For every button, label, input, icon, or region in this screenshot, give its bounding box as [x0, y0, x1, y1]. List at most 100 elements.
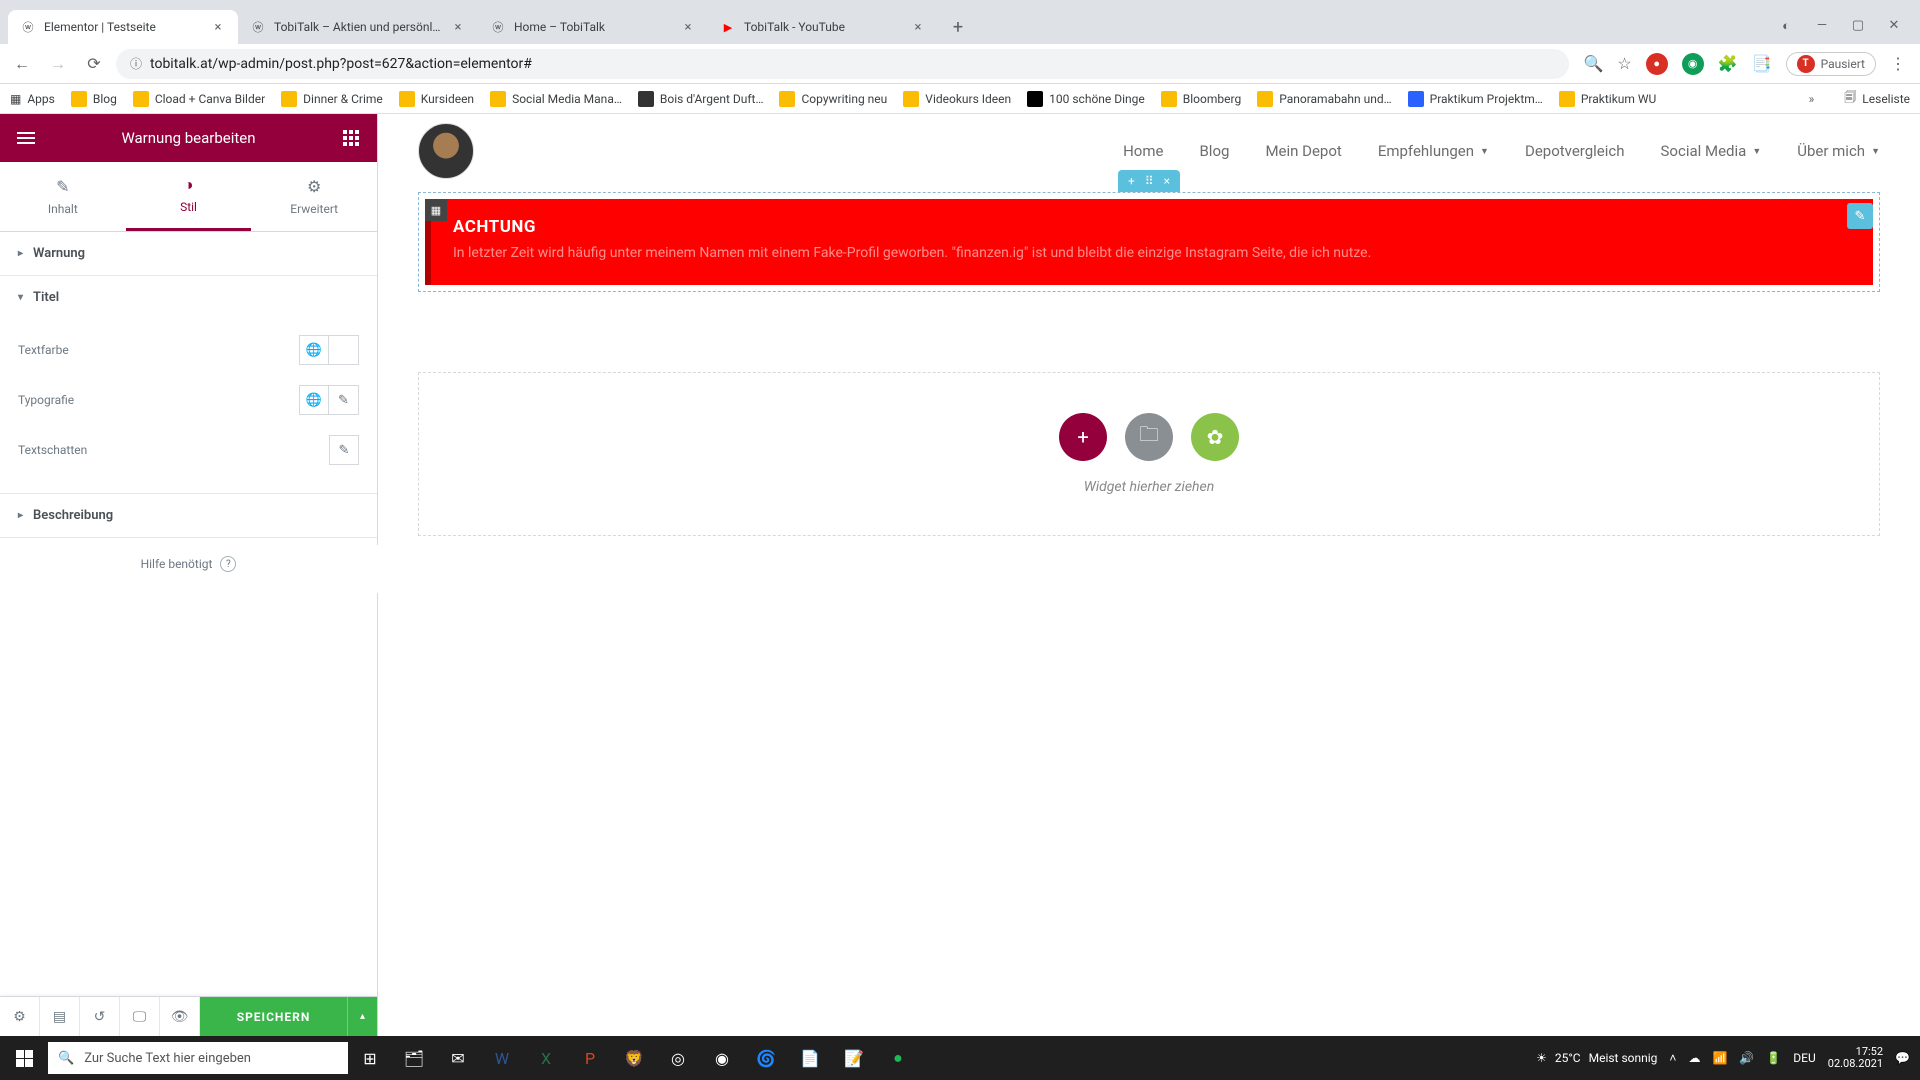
bookmark-item[interactable]: Blog	[71, 91, 117, 107]
bookmark-item[interactable]: Praktikum WU	[1559, 91, 1656, 107]
taskbar-app-obs[interactable]: ◎	[656, 1036, 700, 1080]
taskbar-app-chrome[interactable]: ◉	[700, 1036, 744, 1080]
bookmark-star-icon[interactable]: ☆	[1617, 54, 1631, 73]
wifi-icon[interactable]: 📶	[1712, 1051, 1727, 1065]
extension-abp-icon[interactable]: ●	[1646, 53, 1668, 75]
color-picker[interactable]	[329, 335, 359, 365]
bookmark-item[interactable]: Praktikum Projektm…	[1408, 91, 1543, 107]
close-icon[interactable]: ×	[450, 19, 466, 35]
nav-item-social[interactable]: Social Media▼	[1661, 142, 1762, 160]
account-icon[interactable]: ◐	[1778, 18, 1794, 34]
url-input[interactable]: ⓘ tobitalk.at/wp-admin/post.php?post=627…	[116, 49, 1569, 79]
global-color-button[interactable]: 🌐	[299, 335, 329, 365]
edit-typography-button[interactable]: ✎	[329, 385, 359, 415]
alert-widget[interactable]: ACHTUNG In letzter Zeit wird häufig unte…	[425, 199, 1873, 285]
taskbar-app-notepad[interactable]: 📝	[832, 1036, 876, 1080]
navigator-button[interactable]: ▤	[40, 997, 80, 1037]
maximize-icon[interactable]: ▢	[1850, 18, 1866, 34]
add-section-button[interactable]: +	[1128, 174, 1135, 188]
responsive-button[interactable]: 🖵	[120, 997, 160, 1037]
browser-tab[interactable]: ▶ TobiTalk - YouTube ×	[708, 10, 938, 44]
browser-tab[interactable]: ⓦ Home – TobiTalk ×	[478, 10, 708, 44]
section[interactable]: ▦ ✎ ACHTUNG In letzter Zeit wird häufig …	[418, 192, 1880, 292]
panel-menu-button[interactable]	[14, 126, 38, 150]
accordion-warning[interactable]: ▸Warnung	[0, 232, 377, 275]
taskbar-app-spotify[interactable]: ●	[876, 1036, 920, 1080]
nav-item-depot[interactable]: Mein Depot	[1265, 142, 1341, 160]
bookmark-item[interactable]: Bois d'Argent Duft…	[638, 91, 764, 107]
preview-button[interactable]: 👁	[160, 997, 200, 1037]
taskbar-app-mail[interactable]: ✉	[436, 1036, 480, 1080]
close-icon[interactable]: ×	[680, 19, 696, 35]
minimize-icon[interactable]: —	[1814, 18, 1830, 34]
back-button[interactable]: ←	[8, 50, 36, 78]
edit-section-button[interactable]: ⠿	[1145, 174, 1154, 188]
notifications-icon[interactable]: 💬	[1895, 1051, 1910, 1065]
zoom-icon[interactable]: 🔍	[1583, 54, 1603, 73]
bookmarks-overflow-button[interactable]: »	[1809, 92, 1815, 106]
taskbar-search[interactable]: 🔍 Zur Suche Text hier eingeben	[48, 1042, 348, 1074]
accordion-title[interactable]: ▾Titel	[0, 276, 377, 319]
clock[interactable]: 17:52 02.08.2021	[1828, 1046, 1883, 1070]
save-button[interactable]: SPEICHERN	[200, 997, 347, 1037]
tab-style[interactable]: ◑Stil	[126, 162, 252, 231]
profile-paused-button[interactable]: T Pausiert	[1786, 52, 1876, 76]
extensions-icon[interactable]: 🧩	[1718, 54, 1738, 73]
save-options-button[interactable]: ▴	[347, 997, 377, 1037]
history-button[interactable]: ↺	[80, 997, 120, 1037]
volume-icon[interactable]: 🔊	[1739, 1051, 1754, 1065]
close-icon[interactable]: ×	[210, 19, 226, 35]
taskbar-app-explorer[interactable]: 🗂	[392, 1036, 436, 1080]
accordion-description[interactable]: ▸Beschreibung	[0, 494, 377, 537]
new-tab-button[interactable]: +	[944, 13, 972, 41]
edit-shadow-button[interactable]: ✎	[329, 435, 359, 465]
add-section-button[interactable]: +	[1059, 413, 1107, 461]
onedrive-icon[interactable]: ☁	[1688, 1051, 1700, 1065]
browser-tab[interactable]: ⓦ TobiTalk – Aktien und persönlich… ×	[238, 10, 478, 44]
nav-item-about[interactable]: Über mich▼	[1797, 142, 1880, 160]
reload-button[interactable]: ⟳	[80, 50, 108, 78]
tab-content[interactable]: ✎Inhalt	[0, 162, 126, 231]
preview-canvas[interactable]: Home Blog Mein Depot Empfehlungen▼ Depot…	[378, 114, 1920, 1036]
start-button[interactable]	[0, 1036, 48, 1080]
site-info-icon[interactable]: ⓘ	[130, 55, 142, 72]
bookmark-item[interactable]: Kursideen	[399, 91, 474, 107]
reading-list-icon[interactable]: 📑	[1752, 54, 1772, 73]
bookmark-item[interactable]: Panoramabahn und…	[1257, 91, 1391, 107]
global-typography-button[interactable]: 🌐	[299, 385, 329, 415]
task-view-button[interactable]: ⊞	[348, 1036, 392, 1080]
menu-kebab-icon[interactable]: ⋮	[1890, 54, 1906, 73]
bookmark-item[interactable]: Cload + Canva Bilder	[133, 91, 265, 107]
delete-section-button[interactable]: ×	[1164, 174, 1170, 188]
taskbar-app-word[interactable]: W	[480, 1036, 524, 1080]
nav-item-depotvergleich[interactable]: Depotvergleich	[1525, 142, 1625, 160]
nav-item-empfehlungen[interactable]: Empfehlungen▼	[1378, 142, 1489, 160]
bookmark-item[interactable]: Videokurs Ideen	[903, 91, 1011, 107]
language-indicator[interactable]: DEU	[1793, 1051, 1815, 1065]
tab-advanced[interactable]: ⚙Erweitert	[251, 162, 377, 231]
taskbar-app-powerpoint[interactable]: P	[568, 1036, 612, 1080]
taskbar-app-edge[interactable]: 🌀	[744, 1036, 788, 1080]
battery-icon[interactable]: 🔋	[1766, 1051, 1781, 1065]
add-section-area[interactable]: + 🗀 ✿ Widget hierher ziehen	[418, 372, 1880, 536]
nav-item-home[interactable]: Home	[1123, 142, 1163, 160]
bookmark-item[interactable]: 100 schöne Dinge	[1027, 91, 1145, 107]
tray-expand-icon[interactable]: ˄	[1669, 1051, 1676, 1065]
help-link[interactable]: Hilfe benötigt ?	[0, 538, 377, 590]
taskbar-app-reader[interactable]: 📄	[788, 1036, 832, 1080]
browser-tab[interactable]: ⓦ Elementor | Testseite ×	[8, 10, 238, 44]
bookmark-item[interactable]: Dinner & Crime	[281, 91, 383, 107]
edit-widget-button[interactable]: ✎	[1847, 203, 1873, 229]
taskbar-app-excel[interactable]: X	[524, 1036, 568, 1080]
forward-button[interactable]: →	[44, 50, 72, 78]
add-template-button[interactable]: 🗀	[1125, 413, 1173, 461]
bookmark-item[interactable]: Bloomberg	[1161, 91, 1241, 107]
nav-item-blog[interactable]: Blog	[1199, 142, 1229, 160]
extension-grammarly-icon[interactable]: ◉	[1682, 53, 1704, 75]
reading-list-button[interactable]: 🗐Leseliste	[1844, 88, 1910, 109]
settings-button[interactable]: ⚙	[0, 997, 40, 1037]
bookmark-item[interactable]: Social Media Mana…	[490, 91, 622, 107]
add-block-button[interactable]: ✿	[1191, 413, 1239, 461]
close-window-icon[interactable]: ✕	[1886, 18, 1902, 34]
site-logo[interactable]	[418, 123, 474, 179]
